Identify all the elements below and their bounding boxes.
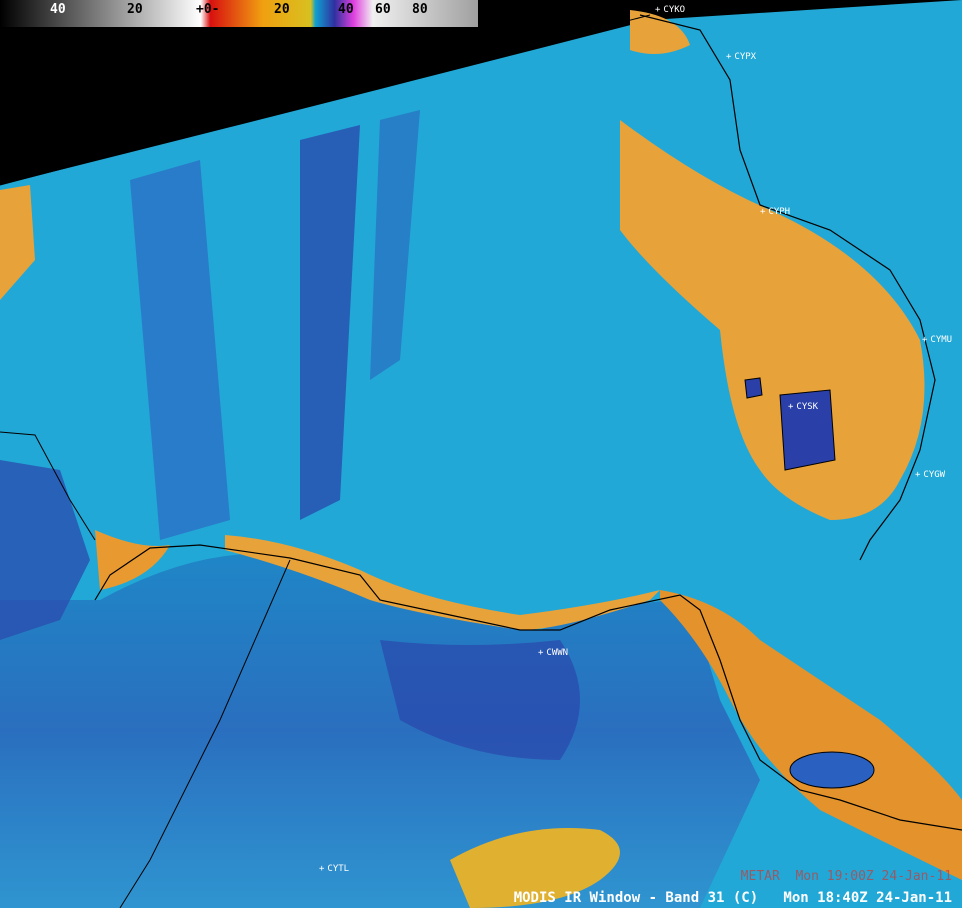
station-label: CWWN	[546, 648, 569, 658]
station-marker: + CYMU	[922, 335, 953, 345]
colorbar-gradient	[0, 0, 478, 27]
colorbar-label: 20	[274, 2, 290, 17]
lake	[744, 377, 763, 399]
station-label: CYGW	[923, 470, 946, 480]
station-label: CYTL	[327, 864, 350, 874]
station-marker: + CYKO	[655, 5, 686, 15]
colorbar-label: 60	[375, 2, 391, 17]
colorbar: 40 20 +0- 20 40 60 80	[0, 0, 478, 27]
station-marker: + CYGW	[915, 470, 946, 480]
colorbar-label: 20	[127, 2, 143, 17]
metar-timestamp: METAR Mon 19:00Z 24-Jan-11	[740, 869, 952, 884]
station-marker: + CYPX	[726, 52, 757, 62]
colorbar-label: +0-	[196, 2, 220, 17]
colorbar-label: 40	[50, 2, 66, 17]
station-label: CYPX	[734, 52, 757, 62]
station-marker: + CWWN	[538, 648, 569, 658]
station-label: CYMU	[930, 335, 953, 345]
station-marker: + CYPH	[760, 207, 791, 217]
image-caption: MODIS IR Window - Band 31 (C) Mon 18:40Z…	[513, 890, 952, 906]
station-marker: + CYSK	[788, 402, 819, 412]
station-label: CYPH	[768, 207, 791, 217]
lake	[789, 751, 875, 789]
station-label: CYKO	[663, 5, 686, 15]
station-label: CYSK	[796, 402, 819, 412]
satellite-image	[0, 0, 962, 908]
bay	[0, 553, 760, 908]
colorbar-label: 80	[412, 2, 428, 17]
colorbar-label: 40	[338, 2, 354, 17]
station-marker: + CYTL	[319, 864, 350, 874]
